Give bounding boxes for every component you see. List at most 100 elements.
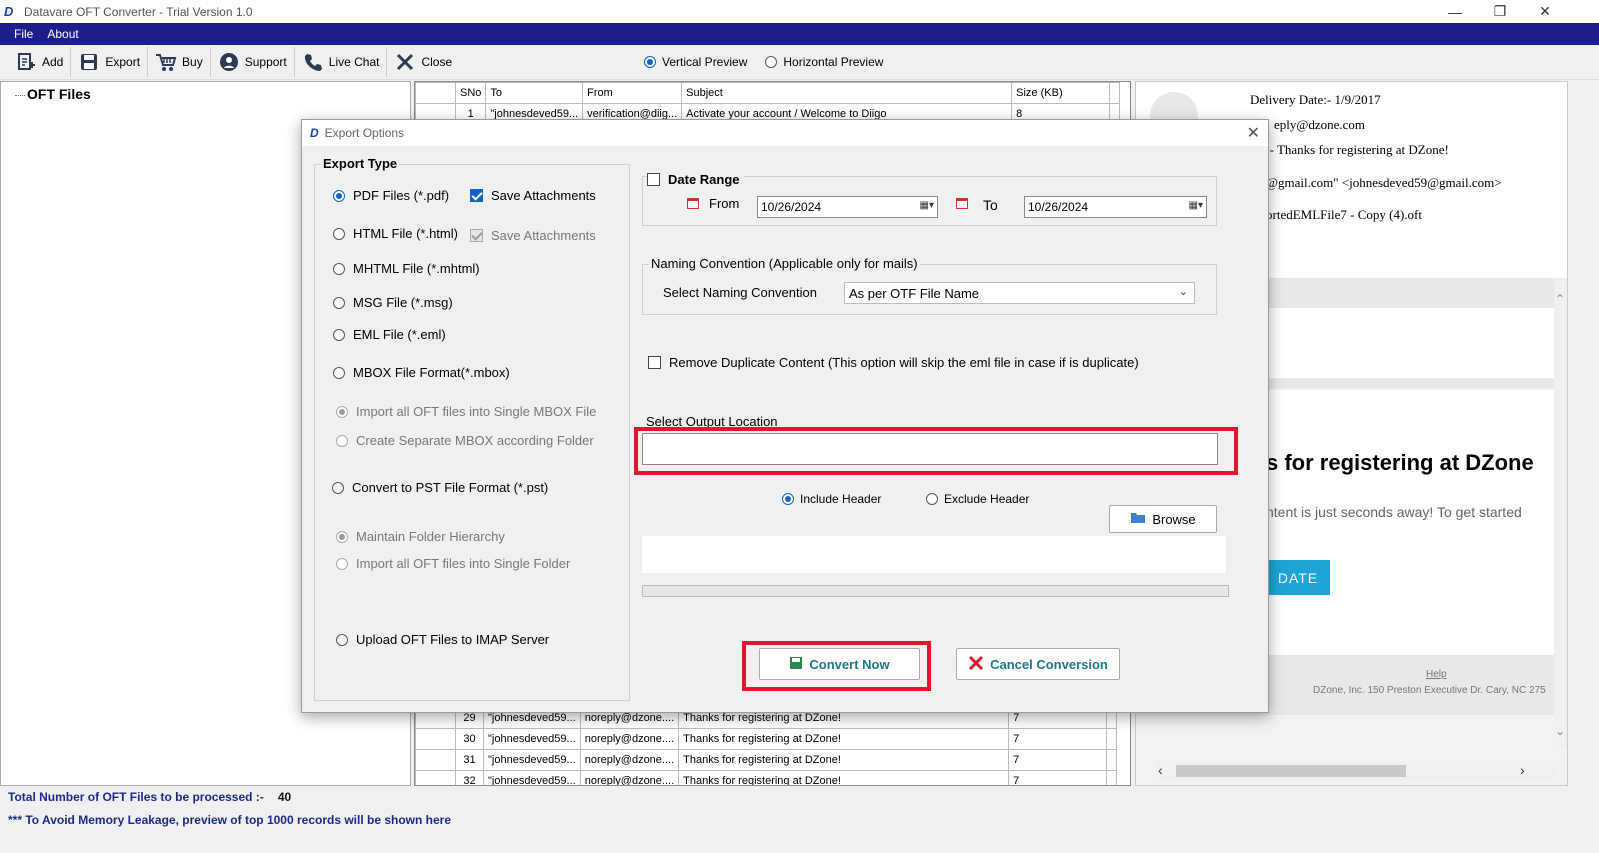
preview-horizontal-scrollbar[interactable]: ‹ › [1156, 762, 1556, 780]
vertical-preview-radio[interactable]: Vertical Preview [644, 55, 747, 69]
remove-duplicate-checkbox[interactable]: Remove Duplicate Content (This option wi… [648, 355, 1139, 370]
naming-convention-label: Select Naming Convention [663, 285, 817, 300]
footer-address: DZone, Inc. 150 Preston Executive Dr. Ca… [1313, 685, 1546, 696]
scroll-down-icon[interactable]: ⌄ [1555, 724, 1565, 738]
delivery-date: Delivery Date:- 1/9/2017 [1250, 92, 1381, 107]
title-bar: D Datavare OFT Converter - Trial Version… [0, 0, 1599, 23]
close-window-icon[interactable]: ✕ [1522, 0, 1568, 23]
from-label: From [709, 196, 740, 211]
col-subject[interactable]: Subject [681, 82, 1013, 104]
chevron-down-icon: ⌄ [1178, 286, 1188, 298]
tree-root-oft-files[interactable]: OFT Files [15, 86, 91, 102]
col-to[interactable]: To [485, 82, 584, 104]
convert-now-button[interactable]: Convert Now [759, 648, 920, 680]
restore-icon[interactable]: ❐ [1477, 0, 1523, 23]
add-button[interactable]: Add [8, 47, 72, 77]
menu-about[interactable]: About [41, 27, 86, 41]
buy-button[interactable]: Buy [148, 47, 211, 77]
naming-convention-legend: Naming Convention (Applicable only for m… [649, 256, 920, 271]
menu-bar: File About [0, 23, 1599, 45]
browse-button[interactable]: Browse [1109, 505, 1217, 533]
horizontal-preview-radio[interactable]: Horizontal Preview [765, 55, 883, 69]
pst-hierarchy-radio[interactable]: Maintain Folder Hierarchy [336, 529, 505, 544]
dialog-title: Export Options [324, 126, 405, 140]
minimize-icon[interactable]: — [1432, 0, 1478, 23]
scroll-up-icon[interactable]: ⌃ [1555, 292, 1565, 306]
add-file-icon [15, 51, 37, 73]
live-chat-button[interactable]: Live Chat [295, 47, 388, 77]
table-row[interactable]: 30 "johnesdeved59... noreply@dzone.... T… [415, 728, 1118, 750]
scroll-right-icon[interactable]: › [1520, 762, 1525, 778]
col-sno[interactable]: SNo [454, 82, 487, 104]
pdf-radio[interactable]: PDF Files (*.pdf) [333, 188, 449, 203]
mail-body-text: ntent is just seconds away! To get start… [1266, 504, 1522, 520]
mail-body-title: s for registering at DZone [1266, 450, 1534, 475]
export-type-legend: Export Type [321, 156, 400, 171]
date-range-checkbox[interactable]: Date Range [647, 172, 744, 187]
table-header-row: SNo To From Subject Size (KB) [415, 82, 1121, 104]
preview-mode-options: Vertical Preview Horizontal Preview [644, 55, 883, 69]
phone-icon [302, 51, 324, 73]
pst-single-radio[interactable]: Import all OFT files into Single Folder [336, 556, 570, 571]
html-radio[interactable]: HTML File (*.html) [333, 226, 458, 241]
close-x-icon [394, 51, 416, 73]
save-disk-icon [78, 51, 100, 73]
mail-from: eply@dzone.com [1274, 117, 1366, 132]
scroll-left-icon[interactable]: ‹ [1158, 762, 1163, 778]
calendar-icon [956, 198, 968, 209]
mbox-radio[interactable]: MBOX File Format(*.mbox) [333, 365, 510, 380]
close-button[interactable]: Close [387, 47, 459, 77]
mhtml-radio[interactable]: MHTML File (*.mhtml) [333, 261, 480, 276]
calendar-icon [687, 198, 699, 209]
table-row[interactable]: 31 "johnesdeved59... noreply@dzone.... T… [415, 749, 1118, 771]
mail-subject: :- Thanks for registering at DZone! [1266, 142, 1449, 157]
col-from[interactable]: From [582, 82, 683, 104]
naming-convention-select[interactable]: As per OTF File Name ⌄ [844, 282, 1195, 304]
cancel-conversion-button[interactable]: Cancel Conversion [956, 648, 1120, 680]
msg-radio[interactable]: MSG File (*.msg) [333, 295, 453, 310]
include-header-radio[interactable]: Include Header [782, 492, 881, 506]
html-save-attachments-checkbox[interactable]: Save Attachments [470, 228, 596, 243]
red-x-icon [968, 655, 984, 674]
window-title: Datavare OFT Converter - Trial Version 1… [24, 4, 253, 19]
col-size[interactable]: Size (KB) [1011, 82, 1111, 104]
pdf-save-attachments-checkbox[interactable]: Save Attachments [470, 188, 596, 203]
support-icon [218, 51, 240, 73]
folder-icon [1130, 511, 1146, 527]
export-button[interactable]: Export [71, 47, 149, 77]
to-date-picker[interactable]: 10/26/2024 ▦▾ [1024, 196, 1207, 218]
dialog-close-icon[interactable]: ✕ [1247, 123, 1260, 143]
date-dropdown-icon: ▦▾ [919, 200, 934, 211]
scroll-thumb[interactable] [1176, 765, 1406, 777]
conversion-progress-bar [642, 585, 1229, 597]
menu-file[interactable]: File [0, 27, 41, 41]
status-note: *** To Avoid Memory Leakage, preview of … [8, 813, 452, 827]
date-dropdown-icon: ▦▾ [1188, 200, 1203, 211]
mail-to: @gmail.com" <johnesdeved59@gmail.com> [1266, 175, 1502, 190]
from-date-picker[interactable]: 10/26/2024 ▦▾ [757, 196, 938, 218]
mbox-separate-radio[interactable]: Create Separate MBOX according Folder [336, 433, 594, 448]
status-message-area [642, 536, 1226, 573]
eml-radio[interactable]: EML File (*.eml) [333, 327, 446, 342]
app-logo-icon: D [4, 3, 14, 19]
dialog-app-icon: D [310, 126, 319, 140]
help-link[interactable]: Help [1426, 669, 1447, 680]
status-total: Total Number of OFT Files to be processe… [8, 790, 292, 804]
mail-cta-button[interactable]: DATE [1266, 560, 1330, 595]
exclude-header-radio[interactable]: Exclude Header [926, 492, 1029, 506]
support-button[interactable]: Support [211, 47, 295, 77]
save-disk-icon [789, 656, 803, 673]
mail-table-bottom: 29 "johnesdeved59... noreply@dzone.... T… [415, 707, 1118, 785]
table-row[interactable]: 32 "johnesdeved59... noreply@dzone.... T… [415, 770, 1118, 785]
pst-radio[interactable]: Convert to PST File Format (*.pst) [332, 480, 548, 495]
mbox-single-radio[interactable]: Import all OFT files into Single MBOX Fi… [336, 404, 596, 419]
preview-vertical-scrollbar[interactable]: ⌃ ⌄ [1554, 278, 1567, 748]
imap-radio[interactable]: Upload OFT Files to IMAP Server [336, 632, 549, 647]
to-label: To [983, 197, 998, 213]
dialog-title-bar: D Export Options ✕ [302, 120, 1268, 146]
mail-file: ortedEMLFile7 - Copy (4).oft [1266, 207, 1422, 222]
output-highlight-box [634, 427, 1238, 475]
total-count: 40 [277, 790, 292, 804]
export-options-dialog: D Export Options ✕ Export Type PDF Files… [301, 119, 1269, 713]
cart-icon [155, 51, 177, 73]
